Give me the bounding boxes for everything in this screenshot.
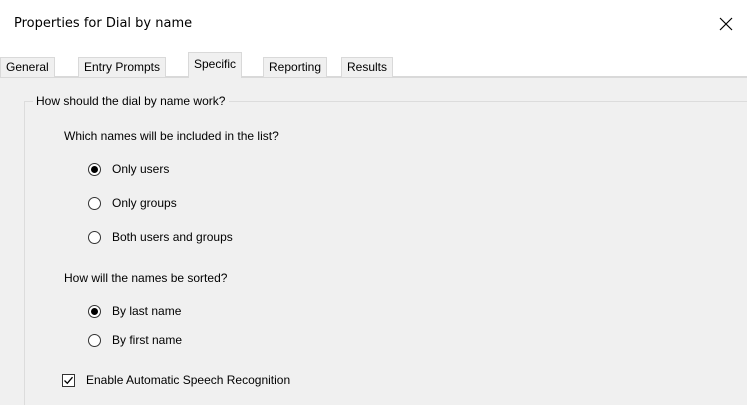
radio-selected-dot: [91, 166, 98, 173]
radio-selected-dot: [91, 308, 98, 315]
title-bar: Properties for Dial by name: [0, 0, 747, 46]
close-icon: [719, 17, 733, 31]
checkmark-icon: [64, 376, 73, 385]
radio-label-only-users[interactable]: Only users: [112, 162, 169, 176]
tab-general[interactable]: General: [0, 57, 55, 77]
tab-results[interactable]: Results: [341, 57, 394, 77]
tab-reporting[interactable]: Reporting: [263, 57, 328, 77]
sorting-question: How will the names be sorted?: [64, 271, 228, 285]
radio-only-groups[interactable]: [88, 197, 101, 210]
dial-by-name-groupbox: [24, 101, 747, 405]
radio-label-both-users-groups[interactable]: Both users and groups: [112, 230, 233, 244]
radio-label-by-first-name[interactable]: By first name: [112, 333, 182, 347]
close-button[interactable]: [712, 12, 740, 36]
radio-only-users[interactable]: [88, 163, 101, 176]
groupbox-legend: How should the dial by name work?: [33, 94, 230, 108]
window-title: Properties for Dial by name: [14, 16, 193, 31]
asr-checkbox[interactable]: [62, 374, 75, 387]
radio-both-users-groups[interactable]: [88, 231, 101, 244]
radio-by-last-name[interactable]: [88, 305, 101, 318]
radio-label-only-groups[interactable]: Only groups: [112, 196, 177, 210]
tab-entry-prompts[interactable]: Entry Prompts: [78, 57, 167, 77]
radio-by-first-name[interactable]: [88, 334, 101, 347]
tab-specific[interactable]: Specific: [188, 52, 243, 78]
names-included-question: Which names will be included in the list…: [64, 129, 279, 143]
radio-label-by-last-name[interactable]: By last name: [112, 304, 181, 318]
asr-checkbox-label[interactable]: Enable Automatic Speech Recognition: [86, 373, 290, 387]
